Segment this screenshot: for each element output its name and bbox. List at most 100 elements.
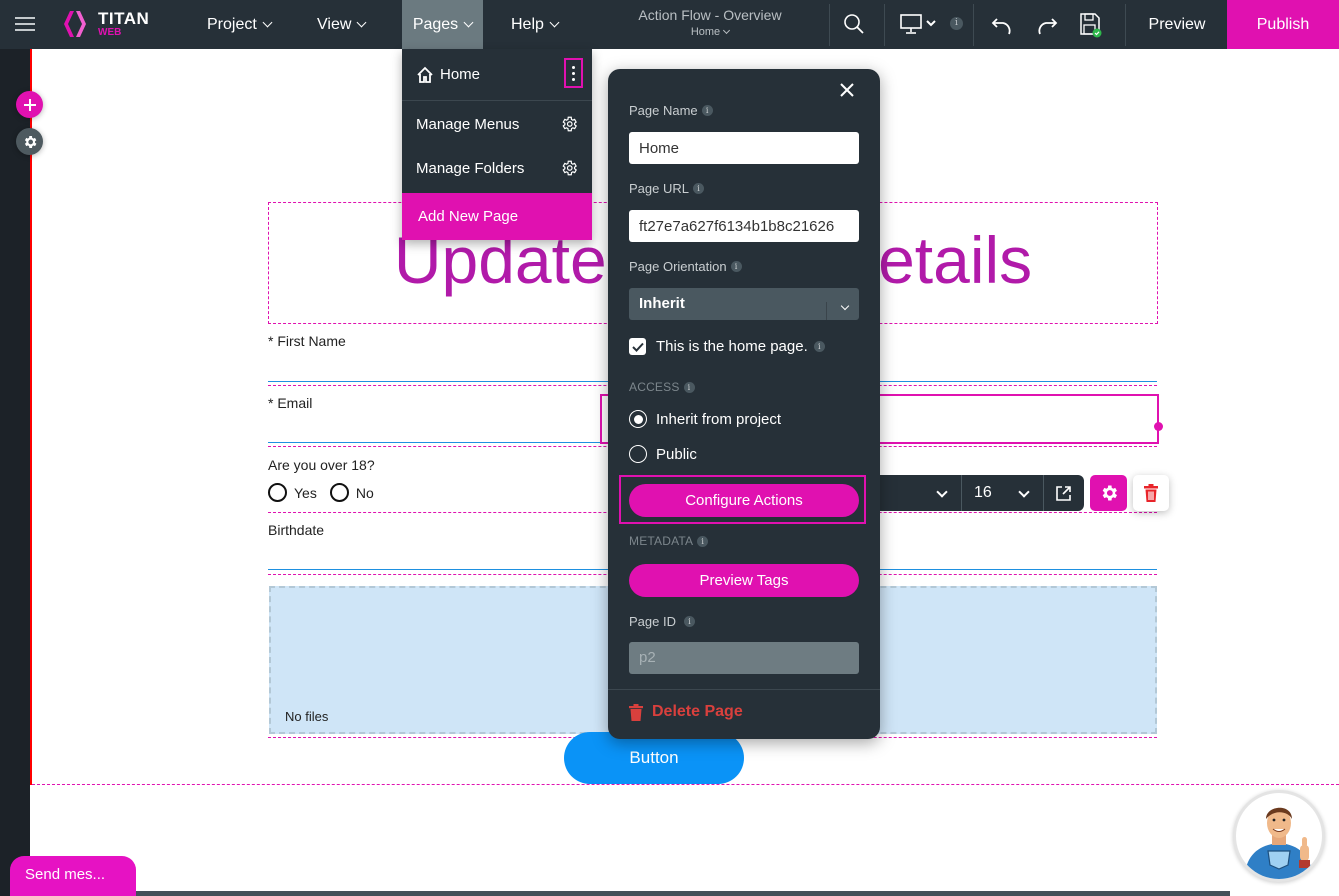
radio-yes[interactable]: Yes (268, 483, 317, 502)
divider (1043, 475, 1044, 511)
hamburger-menu-icon[interactable] (15, 13, 35, 35)
info-icon[interactable]: i (692, 183, 704, 194)
chevron-down-icon (723, 27, 731, 35)
external-link-icon[interactable] (1055, 485, 1072, 502)
close-icon[interactable] (838, 81, 856, 99)
pages-item-home-label: Home (440, 66, 481, 83)
add-element-button[interactable] (16, 91, 43, 118)
preview-tags-button[interactable]: Preview Tags (629, 564, 859, 597)
radio-unselected-icon[interactable] (629, 445, 647, 463)
current-page-selector[interactable]: Home (620, 26, 800, 38)
font-family-dropdown-chevron-icon[interactable] (936, 486, 948, 498)
info-icon[interactable]: i (730, 261, 742, 272)
project-title: Action Flow - Overview (638, 7, 782, 23)
publish-button[interactable]: Publish (1227, 0, 1339, 49)
search-icon[interactable] (843, 13, 865, 35)
form-button[interactable]: Button (564, 732, 744, 784)
save-icon[interactable] (1079, 12, 1103, 38)
page-orientation-label: Page Orientation i (629, 259, 742, 274)
menu-pages-label: Pages (412, 15, 459, 33)
menu-project-label: Project (207, 15, 257, 33)
page-id-label: Page ID i (629, 614, 695, 629)
titan-web-logo: TITAN WEB (60, 9, 149, 39)
page-settings-panel: Page Namei Page URLi Page Orientationi I… (608, 69, 880, 739)
radio-circle[interactable] (268, 483, 287, 502)
radio-circle[interactable] (329, 483, 349, 502)
info-icon[interactable]: i (813, 341, 825, 352)
checkmark-icon (631, 342, 644, 352)
radio-no-label: No (355, 484, 374, 501)
email-label: * Email (268, 395, 313, 411)
document-title: Action Flow - Overview Home (620, 7, 800, 38)
configure-actions-button[interactable]: Configure Actions (629, 484, 859, 517)
horizontal-scrollbar[interactable] (30, 891, 1230, 896)
access-label-text: ACCESS (629, 380, 680, 394)
chevron-down-icon (356, 17, 367, 27)
preview-button[interactable]: Preview (1127, 0, 1227, 49)
divider (884, 4, 885, 46)
pages-item-manage-menus[interactable]: Manage Menus (402, 102, 592, 146)
gear-icon (562, 160, 577, 176)
kebab-menu-icon[interactable] (564, 58, 583, 88)
divider (608, 689, 880, 690)
divider (961, 475, 962, 511)
divider (829, 4, 830, 46)
page-orientation-label-text: Page Orientation (629, 259, 727, 274)
resize-handle[interactable] (1154, 422, 1163, 431)
page-name-label-text: Page Name (629, 103, 698, 118)
manage-menus-label: Manage Menus (416, 115, 520, 133)
age-radio-group: Yes No (268, 483, 387, 502)
gear-icon (24, 135, 36, 148)
access-option-inherit-label: Inherit from project (656, 410, 782, 428)
menu-view-label: View (317, 15, 352, 33)
menu-help[interactable]: Help (503, 0, 566, 49)
page-url-input[interactable] (629, 210, 859, 242)
assistant-avatar[interactable] (1233, 790, 1325, 882)
info-icon[interactable]: i (950, 17, 963, 30)
canvas-settings-button[interactable] (16, 128, 43, 155)
delete-element-button[interactable] (1133, 475, 1169, 511)
info-icon[interactable]: i (697, 535, 709, 547)
desktop-device-icon[interactable] (899, 13, 941, 35)
menu-help-label: Help (511, 15, 544, 33)
menu-pages[interactable]: Pages (402, 0, 483, 49)
pages-dropdown: Home Manage Menus Manage Folders Add New… (402, 49, 592, 240)
page-name-label: Page Name i (629, 103, 713, 118)
radio-no[interactable]: No (329, 483, 374, 502)
add-new-page-button[interactable]: Add New Page (402, 193, 592, 240)
no-files-text: No files (285, 709, 329, 724)
info-icon[interactable]: i (683, 616, 695, 627)
home-page-checkbox[interactable] (629, 338, 646, 355)
page-url-label: Page URL i (629, 181, 704, 196)
access-option-public-label: Public (656, 445, 697, 463)
left-rail (0, 49, 30, 896)
element-toolbar: 16 (870, 475, 1084, 511)
access-option-public[interactable]: Public (629, 445, 697, 463)
radio-selected-icon[interactable] (629, 410, 647, 428)
info-icon[interactable]: i (701, 105, 713, 116)
undo-icon[interactable] (991, 14, 1015, 36)
redo-icon[interactable] (1034, 14, 1058, 36)
menu-project[interactable]: Project (199, 0, 279, 49)
menu-view[interactable]: View (309, 0, 373, 49)
page-url-label-text: Page URL (629, 181, 689, 196)
chevron-down-icon (549, 17, 560, 27)
section-boundary (32, 784, 1339, 785)
page-name-input[interactable] (629, 132, 859, 164)
plus-icon (23, 98, 36, 111)
font-size-value[interactable]: 16 (974, 484, 992, 502)
send-message-button[interactable]: Send mes... (10, 856, 136, 896)
gear-icon (1102, 485, 1117, 501)
first-name-label: * First Name (268, 333, 346, 349)
page-orientation-select[interactable]: Inherit (629, 288, 859, 320)
access-option-inherit[interactable]: Inherit from project (629, 410, 781, 428)
birthdate-label: Birthdate (268, 522, 325, 538)
font-size-chevron-icon[interactable] (1018, 486, 1030, 498)
info-icon[interactable]: i (683, 381, 695, 393)
delete-page-button[interactable]: Delete Page (629, 703, 743, 721)
trash-icon (1144, 484, 1158, 502)
element-settings-button[interactable] (1090, 475, 1127, 511)
delete-page-label: Delete Page (652, 703, 743, 720)
canvas-edge (30, 49, 32, 785)
pages-item-manage-folders[interactable]: Manage Folders (402, 146, 592, 190)
